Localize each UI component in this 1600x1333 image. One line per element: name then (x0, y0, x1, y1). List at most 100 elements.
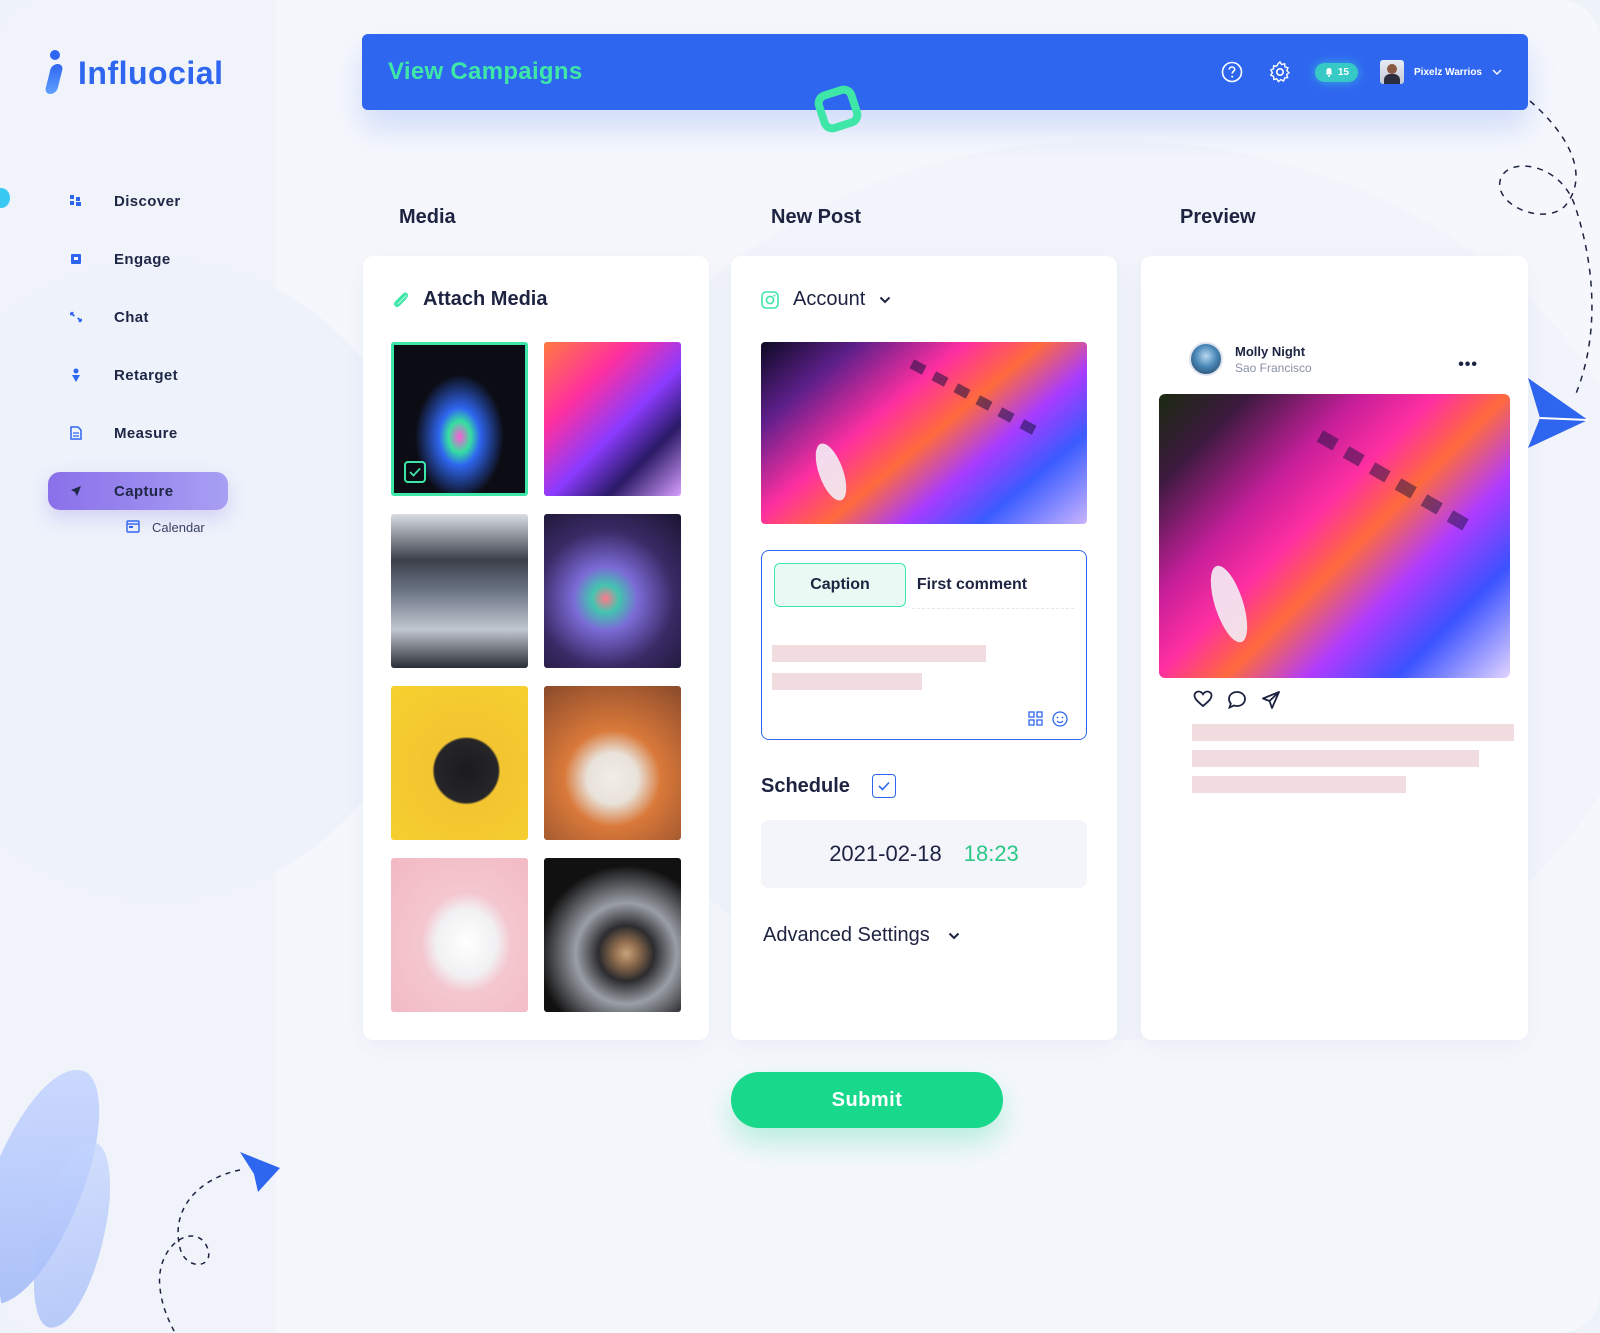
sidebar-item-discover[interactable]: Discover (48, 182, 228, 220)
attach-media-button[interactable]: Attach Media (391, 288, 547, 311)
hashtag-grid-icon[interactable] (1028, 711, 1044, 727)
sidebar-item-label: Measure (114, 424, 178, 442)
submit-button[interactable]: Submit (731, 1072, 1003, 1128)
advanced-settings-label: Advanced Settings (763, 924, 930, 946)
media-thumbnail-headphones[interactable] (391, 686, 528, 840)
document-icon (70, 426, 82, 440)
media-thumbnail-airpods-pink[interactable] (391, 858, 528, 1012)
check-icon (409, 467, 421, 477)
check-icon (878, 781, 890, 791)
schedule-time: 18:23 (963, 841, 1019, 866)
user-menu[interactable]: Pixelz Warrios (1380, 60, 1502, 84)
account-selector[interactable]: Account (761, 288, 891, 311)
preview-post-header: Molly Night Sao Francisco (1189, 342, 1312, 376)
arrows-icon (70, 311, 82, 323)
notification-count: 15 (1337, 66, 1349, 78)
sidebar-item-label: Retarget (114, 366, 179, 384)
header-actions: 15 Pixelz Warrios (1219, 59, 1502, 85)
media-thumbnail-laptop-phone[interactable] (544, 342, 681, 496)
help-icon[interactable] (1219, 59, 1245, 85)
preview-caption-placeholder (1192, 776, 1406, 793)
heart-icon[interactable] (1193, 690, 1213, 708)
media-card: Attach Media (363, 256, 709, 1040)
sidebar-item-measure[interactable]: Measure (48, 414, 228, 452)
sidebar-item-capture[interactable]: Capture (48, 472, 228, 510)
preview-image (1159, 394, 1510, 678)
tab-first-comment[interactable]: First comment (906, 563, 1038, 607)
preview-location: Sao Francisco (1235, 360, 1312, 375)
schedule-date: 2021-02-18 (829, 841, 942, 866)
keyboard-image-detail (815, 359, 1037, 501)
avatar (1189, 342, 1223, 376)
caption-tabs: Caption First comment (774, 563, 1038, 607)
sidebar-item-label: Chat (114, 308, 149, 326)
notification-badge[interactable]: 15 (1314, 62, 1358, 82)
media-thumbnail-grid (391, 342, 681, 1012)
media-thumbnail-laptop-screen[interactable] (391, 514, 528, 668)
calendar-icon (126, 519, 140, 536)
keyboard-image-detail (1210, 430, 1469, 643)
media-thumbnail-laptop-keyboard[interactable] (391, 342, 528, 496)
new-post-column-title: New Post (771, 206, 862, 228)
brand-name: Influocial (78, 54, 224, 91)
grid-icon (70, 195, 82, 207)
sidebar-item-label: Discover (114, 192, 181, 210)
selected-checkbox[interactable] (404, 461, 426, 483)
preview-column-title: Preview (1180, 206, 1256, 228)
preview-card: Molly Night Sao Francisco ••• (1141, 256, 1528, 1040)
instagram-icon (761, 290, 779, 309)
preview-caption-placeholder (1192, 724, 1514, 741)
media-column-title: Media (399, 206, 456, 228)
attach-media-label: Attach Media (423, 288, 548, 310)
caption-placeholder-line (772, 645, 986, 662)
chevron-down-icon (1492, 69, 1502, 75)
sidebar-subitem-label: Calendar (152, 520, 205, 535)
schedule-row: Schedule (761, 774, 896, 798)
top-header-bar: View Campaigns 15 Pixelz Warrios (362, 34, 1528, 110)
paper-plane-trail-icon (158, 1152, 280, 1333)
preview-user-name: Molly Night (1235, 343, 1306, 359)
comment-icon[interactable] (1227, 690, 1247, 710)
page-title[interactable]: View Campaigns (388, 58, 583, 86)
media-thumbnail-airpods-case[interactable] (544, 686, 681, 840)
account-label: Account (793, 288, 866, 310)
sidebar-item-label: Capture (114, 482, 174, 500)
app-frame: Influocial Discover Engage Chat Retarget… (0, 0, 1600, 1333)
logo-mark-icon (44, 50, 68, 96)
brand-logo[interactable]: Influocial (44, 50, 223, 96)
sidebar-indicator-dot (0, 188, 10, 208)
sidebar: Influocial Discover Engage Chat Retarget… (0, 0, 440, 1333)
advanced-settings-toggle[interactable]: Advanced Settings (763, 924, 960, 947)
tab-divider (912, 608, 1074, 609)
avatar (1380, 60, 1404, 84)
caption-tools (1028, 711, 1068, 727)
preview-caption-placeholder (1192, 750, 1479, 767)
send-icon[interactable] (1261, 690, 1281, 710)
post-image (761, 342, 1087, 524)
sidebar-subitem-calendar[interactable]: Calendar (126, 519, 205, 536)
caption-placeholder-line (772, 673, 922, 690)
pin-icon (70, 368, 82, 382)
more-options-icon[interactable]: ••• (1458, 356, 1478, 374)
tab-caption[interactable]: Caption (774, 563, 906, 607)
sidebar-item-retarget[interactable]: Retarget (48, 356, 228, 394)
caption-editor[interactable]: Caption First comment (761, 550, 1087, 740)
media-thumbnail-phone-bokeh[interactable] (544, 514, 681, 668)
schedule-datetime-field[interactable]: 2021-02-18 18:23 (761, 820, 1087, 888)
preview-post-actions (1193, 690, 1281, 710)
rocket-icon (70, 485, 82, 497)
sidebar-nav: Discover Engage Chat Retarget Measure Ca… (48, 182, 228, 530)
user-name: Pixelz Warrios (1414, 66, 1482, 78)
schedule-checkbox[interactable] (871, 774, 896, 798)
bell-icon (1325, 68, 1333, 77)
settings-gear-icon[interactable] (1267, 59, 1293, 85)
schedule-label: Schedule (761, 774, 850, 797)
chevron-down-icon (948, 932, 959, 939)
paper-plane-icon (1528, 378, 1589, 448)
square-icon (70, 253, 82, 265)
paperclip-icon (393, 292, 409, 307)
sidebar-item-chat[interactable]: Chat (48, 298, 228, 336)
emoji-icon[interactable] (1052, 711, 1068, 727)
sidebar-item-engage[interactable]: Engage (48, 240, 228, 278)
media-thumbnail-devices-flatlay[interactable] (544, 858, 681, 1012)
